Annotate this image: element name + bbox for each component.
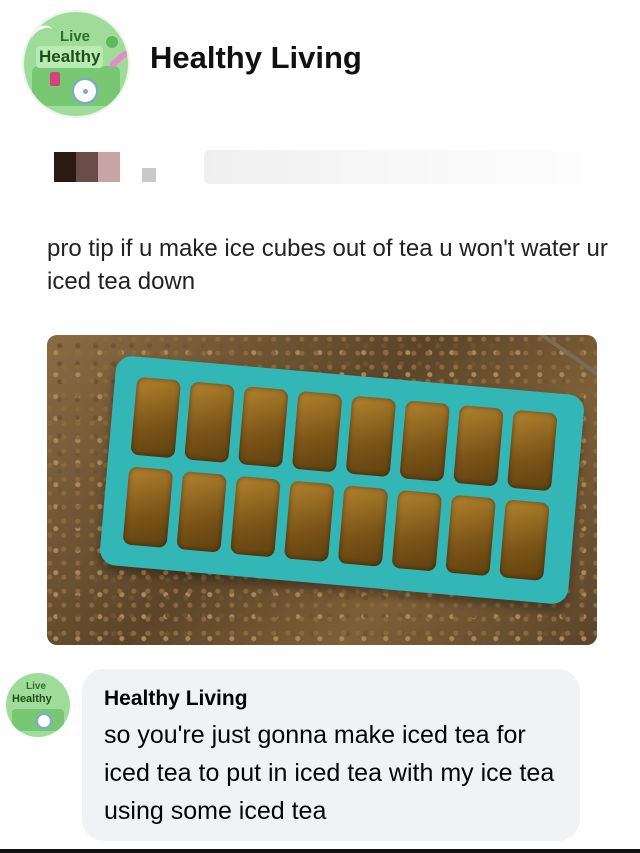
redaction-block (54, 152, 76, 182)
tray-cell (130, 376, 182, 459)
tray-cell (499, 499, 550, 581)
tray-cell (176, 471, 228, 553)
comment-body: so you're just gonna make iced tea for i… (104, 721, 555, 825)
tweet-text: pro tip if u make ice cubes out of tea u… (47, 235, 608, 295)
comment-bubble: Healthy Living so you're just gonna make… (82, 669, 580, 841)
page-name[interactable]: Healthy Living (150, 40, 362, 76)
dumbbell-icon (108, 49, 128, 69)
tray-cell (238, 386, 289, 468)
tray-cell (230, 475, 281, 558)
phone-icon (50, 72, 60, 86)
tray-cell (345, 395, 397, 478)
comment-author[interactable]: Healthy Living (104, 687, 248, 711)
swoosh-icon (29, 22, 57, 47)
redacted-username (54, 148, 634, 188)
avatar-logo-line2: Healthy (12, 693, 52, 705)
redaction-block (76, 152, 98, 182)
cord-graphic (523, 335, 597, 377)
post-header: Live Healthy Healthy Living (0, 0, 640, 140)
avatar-logo-line1: Live (26, 681, 47, 692)
avatar-logo-line2: Healthy (36, 46, 104, 68)
avatar-logo-line1: Live (60, 28, 91, 45)
tray-cell (391, 489, 443, 572)
tray-cell (506, 409, 558, 492)
apple-icon (106, 36, 118, 48)
redaction-block (142, 168, 156, 182)
tray-cell (399, 400, 451, 482)
page-avatar[interactable]: Live Healthy (22, 10, 130, 118)
redaction-block (98, 152, 120, 182)
tray-cell (122, 466, 174, 548)
redaction-blur (204, 150, 634, 184)
tray-cell (291, 390, 343, 473)
target-icon (72, 78, 98, 104)
ice-tray-photo[interactable] (47, 335, 597, 645)
tray-cell (445, 494, 496, 577)
comment-avatar[interactable]: Live Healthy (6, 673, 70, 737)
tray-cell (337, 485, 389, 567)
target-icon (36, 713, 52, 729)
bottom-divider (0, 849, 640, 853)
tray-cell (283, 480, 335, 563)
tray-cell (184, 381, 235, 464)
tray-cell (453, 404, 504, 487)
ice-cube-tray (98, 354, 586, 606)
